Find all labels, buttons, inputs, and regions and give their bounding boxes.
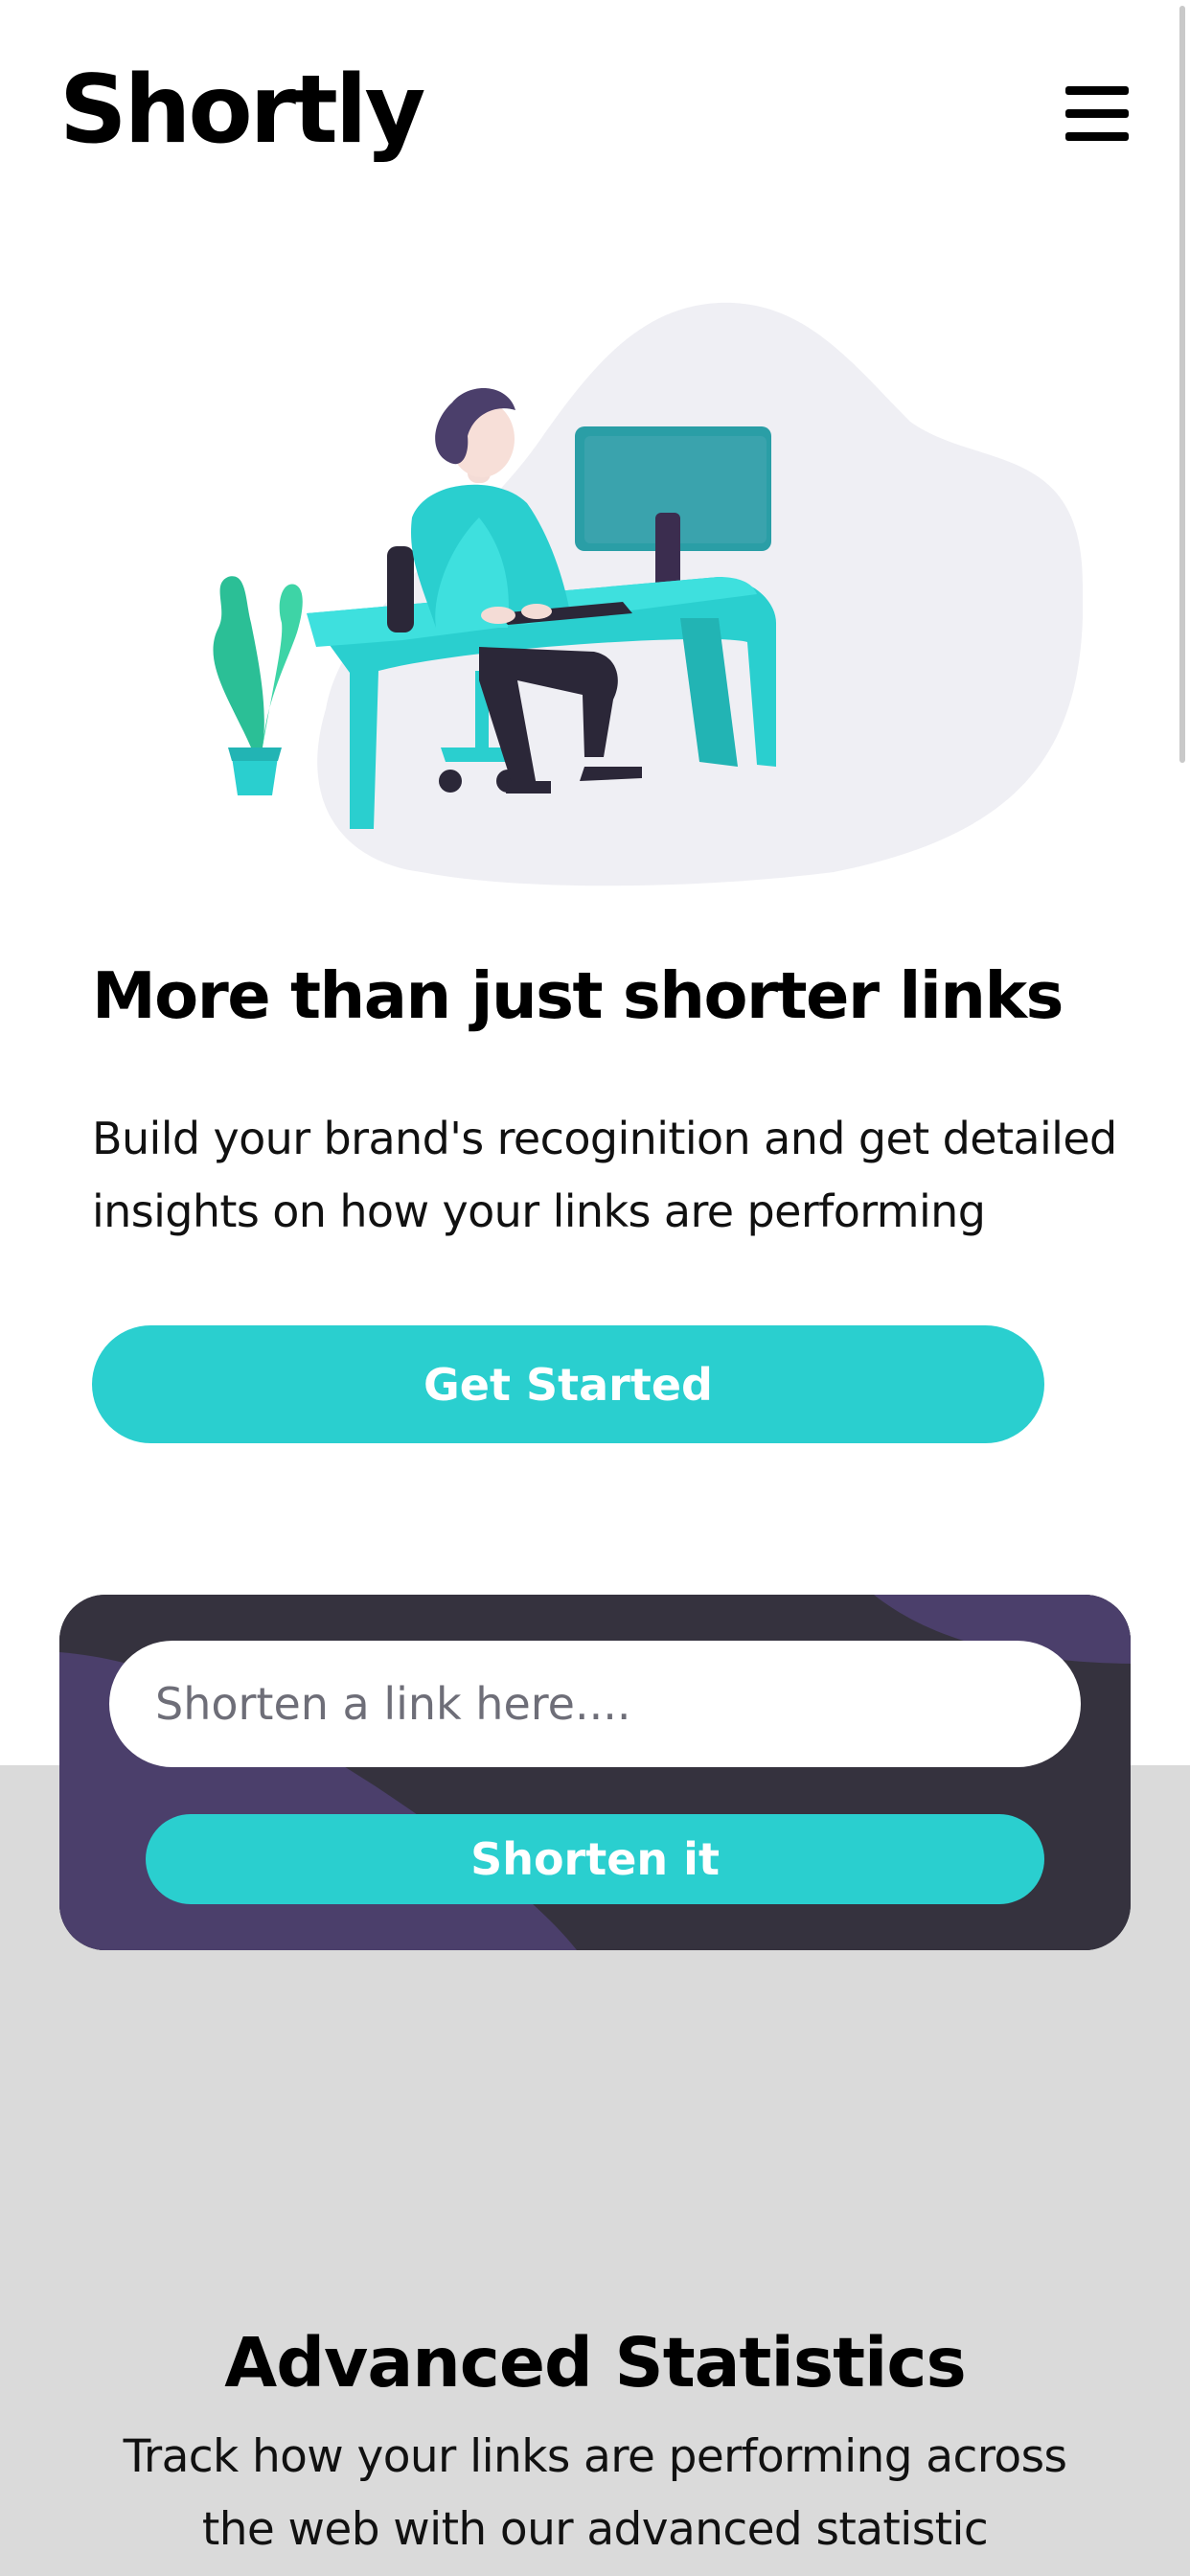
shorten-link-card: Shorten it xyxy=(59,1595,1131,1950)
shorten-it-button[interactable]: Shorten it xyxy=(146,1814,1044,1904)
working-illustration xyxy=(213,302,1083,886)
hero-description: Build your brand's recoginition and get … xyxy=(92,1113,1117,1237)
link-input[interactable] xyxy=(109,1641,1081,1767)
logo[interactable]: Shortly xyxy=(59,63,425,157)
scrollbar[interactable] xyxy=(1179,6,1185,763)
get-started-button[interactable]: Get Started xyxy=(92,1325,1044,1443)
statistics-description: Track how your links are performing acro… xyxy=(123,2430,1067,2556)
hero-title: More than just shorter links xyxy=(92,958,1064,1033)
hamburger-menu-icon[interactable] xyxy=(1065,86,1129,142)
statistics-title: Advanced Statistics xyxy=(224,2323,966,2403)
